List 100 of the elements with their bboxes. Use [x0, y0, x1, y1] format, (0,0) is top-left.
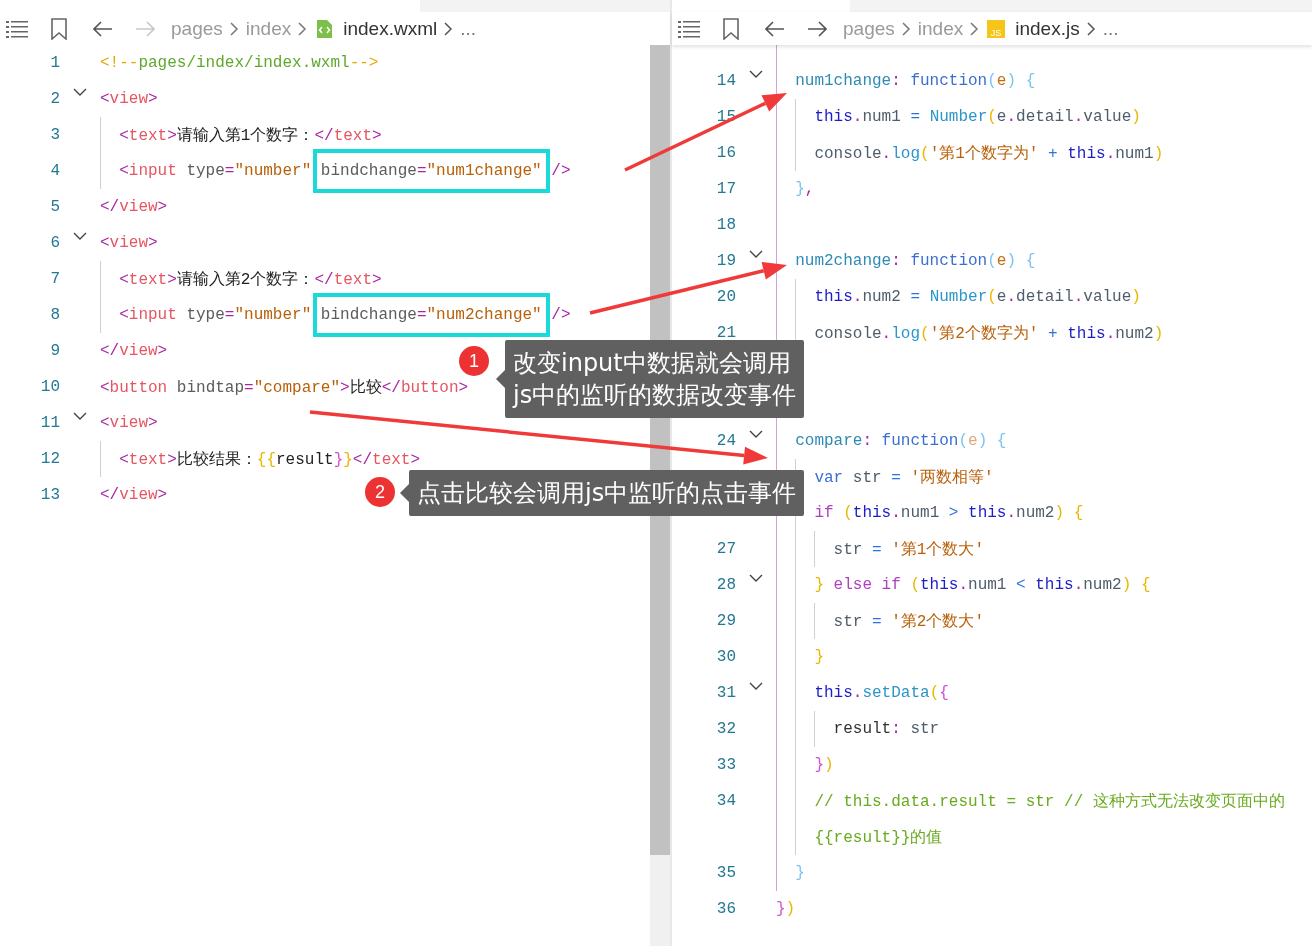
line-number: 19 [716, 252, 736, 270]
code-line: <text>请输入第1个数字：</text> [119, 125, 382, 146]
line-number: 10 [40, 378, 60, 396]
code-line: console.log('第2个数字为' + this.num2) [814, 323, 1164, 344]
code-line: }) [814, 756, 834, 774]
code-line: } else if (this.num1 < this.num2) { [814, 576, 1151, 594]
list-icon[interactable] [6, 19, 28, 38]
code-line: if (this.num1 > this.num2) { [814, 504, 1084, 522]
line-number: 3 [50, 126, 60, 144]
code-line: <view> [100, 414, 158, 432]
code-line: <view> [100, 234, 158, 252]
line-number: 27 [716, 540, 736, 558]
callout-pointer [400, 484, 409, 502]
line-number: 34 [716, 792, 736, 810]
code-line: <!--pages/index/index.wxml--> [100, 54, 379, 72]
line-number: 13 [40, 486, 60, 504]
chevron-icon [229, 21, 239, 36]
number-badge: 2 [365, 477, 395, 507]
line-number: 4 [50, 162, 60, 180]
chevron-icon[interactable] [73, 232, 87, 240]
chevron-icon[interactable] [749, 250, 763, 258]
line-number: 14 [716, 72, 736, 90]
line-number: 31 [716, 684, 736, 702]
chevron-icon [901, 21, 911, 36]
bookmark-icon[interactable] [51, 17, 67, 40]
code-line: this.setData({ [814, 684, 949, 702]
code-line: {{result}}的值 [814, 827, 943, 848]
breadcrumb-more[interactable]: ... [1102, 17, 1119, 40]
code-line: compare: function(e) { [795, 432, 1007, 450]
line-number: 32 [716, 720, 736, 738]
forward-arrow-icon[interactable] [807, 20, 827, 37]
line-number: 11 [40, 414, 60, 432]
chevron-icon[interactable] [749, 682, 763, 690]
line-number: 1 [50, 54, 60, 72]
line-number: 6 [50, 234, 60, 252]
line-number: 33 [716, 756, 736, 774]
chevron-icon[interactable] [749, 430, 763, 438]
breadcrumb-more[interactable]: ... [460, 17, 477, 40]
number-badge: 1 [459, 346, 489, 376]
line-number: 20 [716, 288, 736, 306]
code-line: } [814, 648, 824, 666]
line-number: 16 [716, 144, 736, 162]
chevron-icon [298, 21, 308, 36]
breadcrumb-item[interactable]: index [917, 17, 964, 40]
line-number: 9 [50, 342, 60, 360]
line-number: 21 [716, 324, 736, 342]
line-number: 8 [50, 306, 60, 324]
line-number: 28 [716, 576, 736, 594]
line-number: 2 [50, 90, 60, 108]
line-number: 18 [716, 216, 736, 234]
code-line: var str = '两数相等' [814, 467, 994, 488]
chevron-icon [444, 21, 454, 36]
callout: 改变input中数据就会调用 js中的监听的数据改变事件 [505, 340, 805, 418]
code-line: <text>比较结果：{{result}}</text> [119, 449, 421, 470]
chevron-icon[interactable] [749, 70, 763, 78]
line-number: 7 [50, 270, 60, 288]
chevron-icon [970, 21, 980, 36]
code-line: <input type="number" bindchange="num2change" /> [119, 291, 571, 339]
code-line: this.num2 = Number(e.detail.value) [814, 288, 1141, 306]
line-number: 12 [40, 450, 60, 468]
chevron-icon[interactable] [73, 88, 87, 96]
code-line: <text>请输入第2个数字：</text> [119, 269, 382, 290]
line-number: 29 [716, 612, 736, 630]
line-number: 36 [716, 900, 736, 918]
back-arrow-icon[interactable] [93, 20, 113, 37]
file-icon: JS [986, 18, 1007, 39]
chevron-icon[interactable] [73, 412, 87, 420]
code-line: str = '第1个数大' [833, 539, 984, 560]
line-number: 17 [716, 180, 736, 198]
code-line: console.log('第1个数字为' + this.num1) [814, 143, 1164, 164]
code-line: this.num1 = Number(e.detail.value) [814, 108, 1141, 126]
callout: 点击比较会调用js中监听的点击事件 [409, 470, 805, 516]
code-line: } [795, 864, 805, 882]
chevron-icon [1086, 21, 1096, 36]
breadcrumb-item[interactable]: index [245, 17, 292, 40]
file-name[interactable]: index.js [1015, 17, 1080, 40]
line-number: 24 [716, 432, 736, 450]
bookmark-icon[interactable] [723, 17, 739, 40]
line-number: 35 [716, 864, 736, 882]
line-number: 5 [50, 198, 60, 216]
breadcrumb-item[interactable]: pages [843, 17, 895, 40]
code-line: </view> [100, 342, 168, 360]
code-line: // this.data.result = str // 这种方式无法改变页面中的 [814, 791, 1285, 812]
file-name[interactable]: index.wxml [343, 17, 438, 40]
code-line: </view> [100, 198, 168, 216]
back-arrow-icon[interactable] [765, 20, 785, 37]
code-line: str = '第2个数大' [833, 611, 984, 632]
code-line: <button bindtap="compare">比较</button> [100, 377, 469, 398]
code-line: }) [776, 900, 796, 918]
list-icon[interactable] [678, 19, 700, 38]
callout-pointer [496, 370, 505, 388]
code-line: num1change: function(e) { [795, 72, 1036, 90]
code-line: result: str [833, 720, 940, 738]
chevron-icon[interactable] [749, 574, 763, 582]
code-line: <view> [100, 90, 158, 108]
breadcrumb-item[interactable]: pages [171, 17, 223, 40]
code-line: }, [795, 180, 815, 198]
code-line: num2change: function(e) { [795, 252, 1036, 270]
line-number: 30 [716, 648, 736, 666]
code-line: <input type="number" bindchange="num1change" /> [119, 147, 571, 195]
